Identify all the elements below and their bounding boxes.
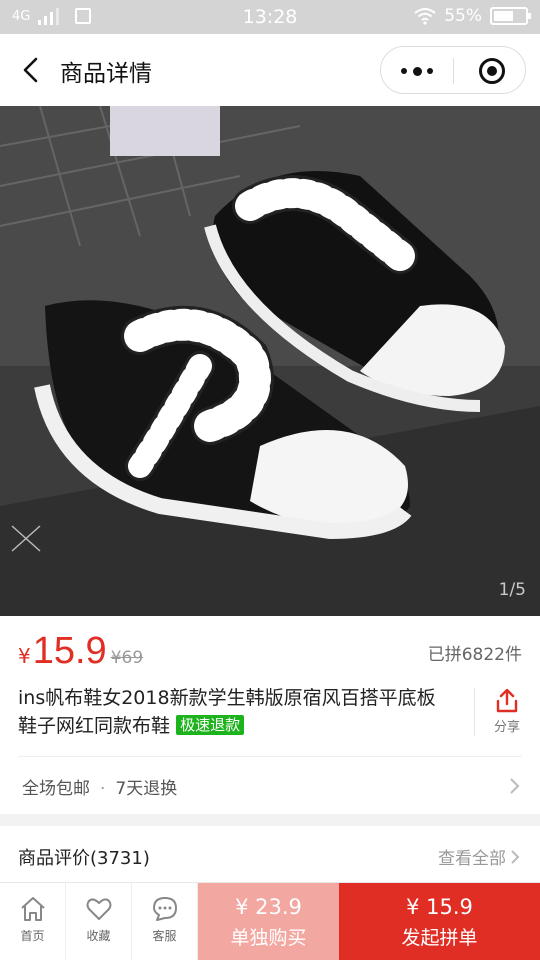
price-row: ¥ 15.9 ¥69 <box>18 630 143 673</box>
back-icon[interactable] <box>18 56 44 84</box>
reviews-section[interactable]: 商品评价(3731) 查看全部 <box>0 826 540 882</box>
status-bar: 4G 13:28 55% <box>0 0 540 34</box>
share-icon <box>496 688 518 713</box>
capsule-divider <box>453 58 454 84</box>
group-price: 15.9 <box>32 630 107 672</box>
original-price: ¥69 <box>110 648 144 668</box>
solo-label: 单独购买 <box>230 927 307 949</box>
fast-refund-tag: 极速退款 <box>176 715 245 735</box>
page-title: 商品详情 <box>60 61 152 87</box>
bottom-action-bar: 首页 收藏 客服 ¥ 23.9 单独购买 ¥ 15.9 发起拼单 <box>0 882 540 960</box>
buy-alone-button[interactable]: ¥ 23.9 单独购买 <box>198 883 339 960</box>
share-button[interactable]: 分享 <box>486 688 528 735</box>
chat-icon <box>152 897 177 921</box>
group-button-label: 发起拼单 <box>401 927 478 949</box>
chevron-right-icon[interactable] <box>508 777 520 795</box>
tab-home[interactable]: 首页 <box>0 883 66 960</box>
share-label: 分享 <box>493 720 520 735</box>
image-counter: 1/5 <box>498 580 526 600</box>
close-miniprogram-icon[interactable] <box>479 58 505 84</box>
group-button-price: ¥ 15.9 <box>406 895 473 919</box>
battery-icon <box>490 7 531 25</box>
product-photo <box>0 106 540 616</box>
product-title: ins帆布鞋女2018新款学生韩版原宿风百搭平底板鞋子网红同款布鞋 极速退款 <box>18 684 448 740</box>
service-label: 客服 <box>152 929 177 943</box>
chevron-right-icon <box>511 849 520 864</box>
service-policy[interactable]: 全场包邮 · 7天退换 <box>22 774 177 799</box>
return-policy-label: 7天退换 <box>115 779 178 799</box>
sold-count: 已拼6822件 <box>427 645 522 665</box>
tab-favorite[interactable]: 收藏 <box>66 883 132 960</box>
product-info: ¥ 15.9 ¥69 已拼6822件 ins帆布鞋女2018新款学生韩版原宿风百… <box>0 616 540 814</box>
policy-separator: · <box>100 779 106 799</box>
view-all-label: 查看全部 <box>438 849 506 869</box>
view-all-reviews[interactable]: 查看全部 <box>438 844 520 869</box>
status-right: 55% <box>414 6 531 26</box>
home-icon <box>20 897 45 921</box>
free-shipping-label: 全场包邮 <box>22 779 90 799</box>
nav-bar: 商品详情 <box>0 34 540 106</box>
reviews-title: 商品评价(3731) <box>18 848 150 869</box>
currency-symbol: ¥ <box>18 644 31 668</box>
solo-price: ¥ 23.9 <box>235 895 302 919</box>
policy-divider <box>18 756 522 757</box>
start-group-buy-button[interactable]: ¥ 15.9 发起拼单 <box>339 883 540 960</box>
product-image-carousel[interactable]: 1/5 <box>0 106 540 616</box>
tab-service[interactable]: 客服 <box>132 883 198 960</box>
miniprogram-capsule <box>380 46 526 94</box>
more-icon[interactable] <box>401 61 433 81</box>
title-divider <box>474 688 475 736</box>
favorite-label: 收藏 <box>86 929 111 943</box>
heart-icon <box>86 898 111 920</box>
home-label: 首页 <box>20 929 45 943</box>
wifi-icon <box>414 8 436 25</box>
battery-percent: 55% <box>444 6 482 26</box>
